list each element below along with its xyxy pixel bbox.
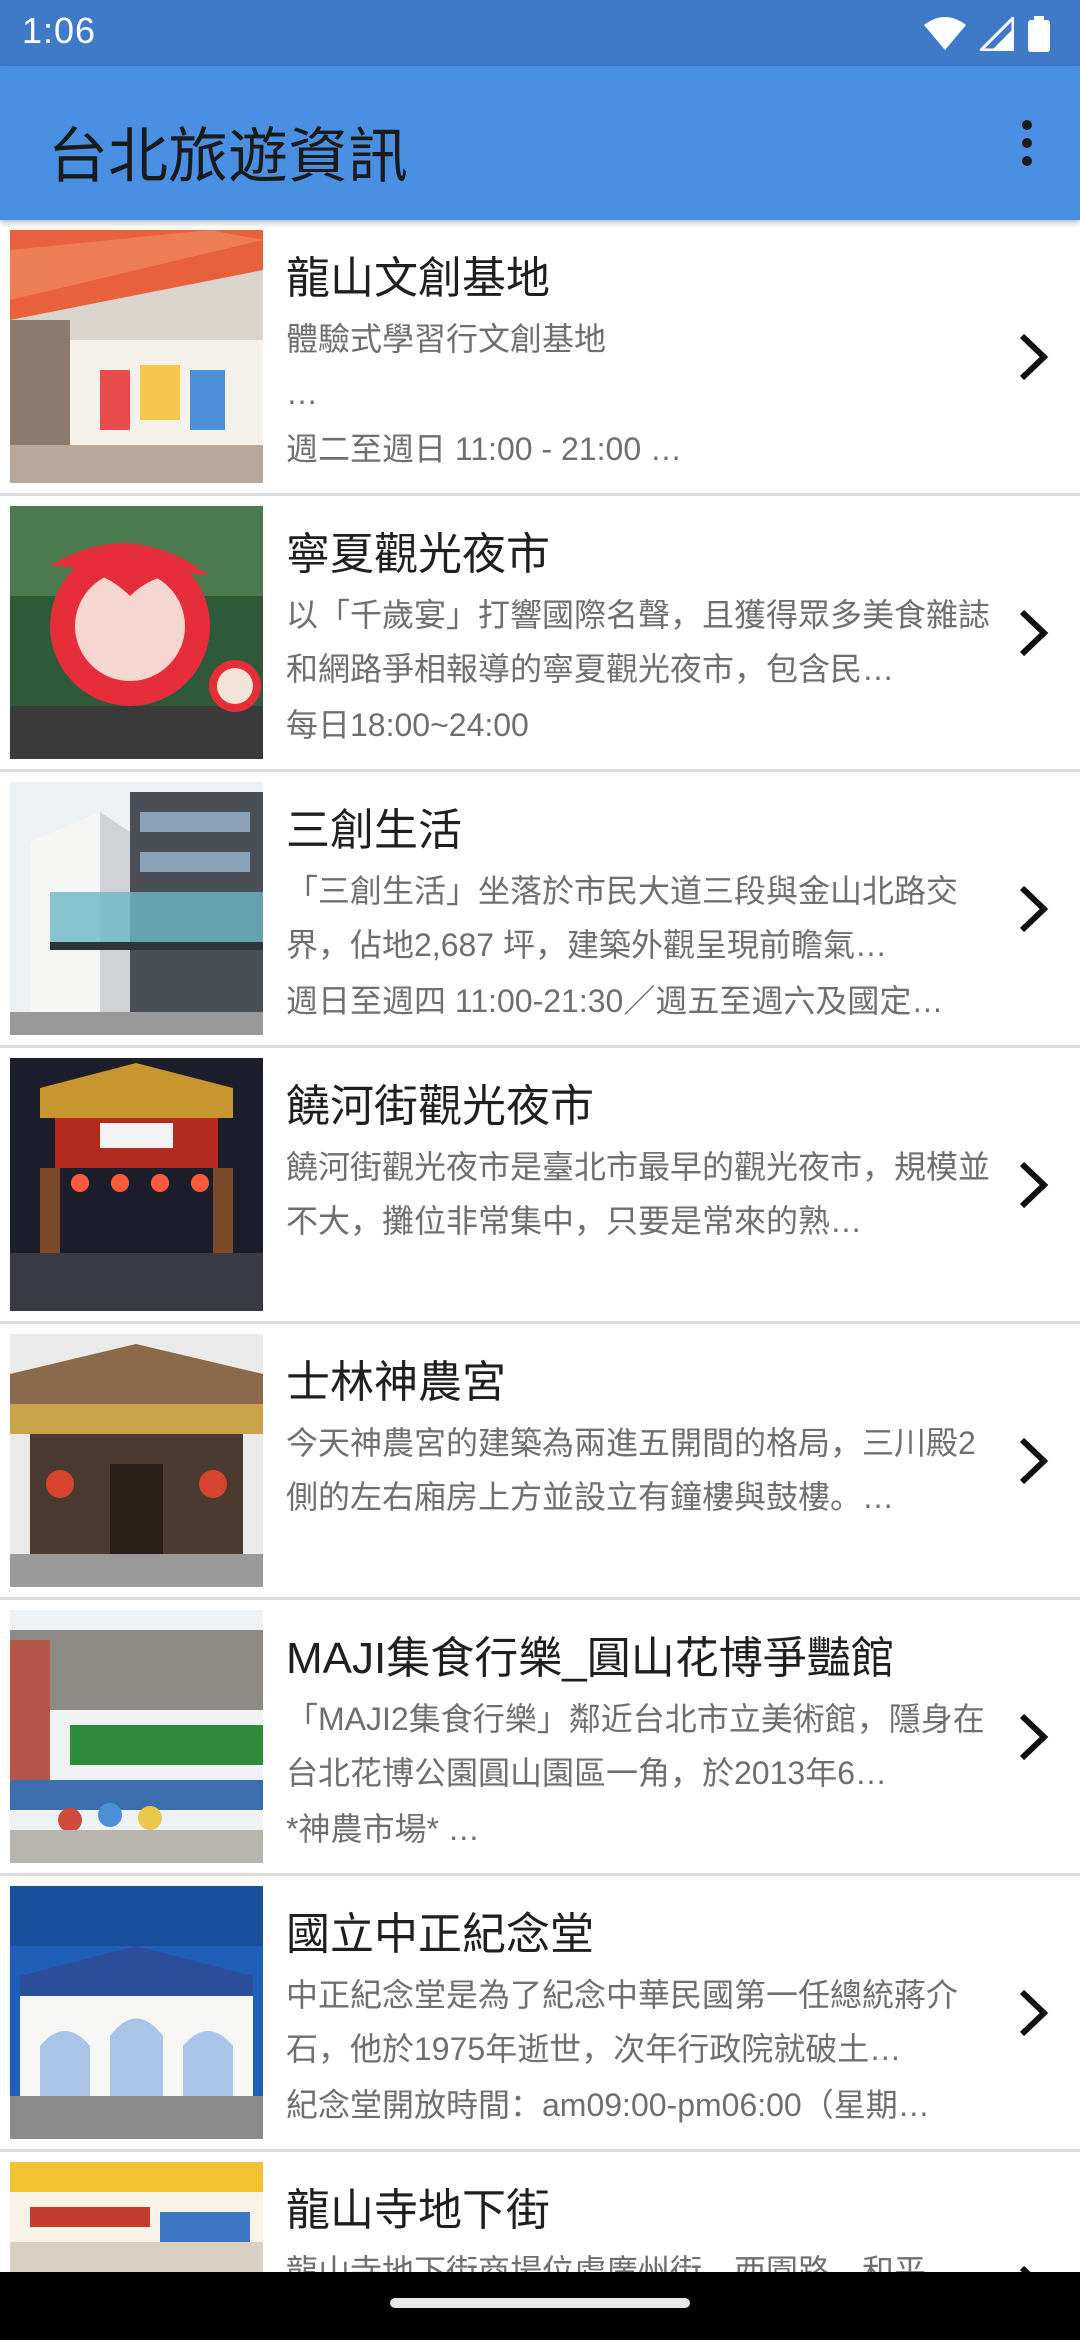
battery-icon	[1028, 16, 1050, 52]
thumbnail-image	[10, 2162, 263, 2272]
attraction-description: 「MAJI2集食行樂」鄰近台北市立美術館，隱身在台北花博公園圓山園區一角，於20…	[286, 1701, 985, 1791]
status-time: 1:06	[22, 10, 97, 51]
list-item[interactable]: 龍山文創基地 體驗式學習行文創基地 … 週二至週日 11:00 - 21:00 …	[0, 220, 1080, 496]
more-options-dot	[1022, 120, 1032, 130]
list-item[interactable]: MAJI集食行樂_圓山花博爭豔館 「MAJI2集食行樂」鄰近台北市立美術館，隱身…	[0, 1600, 1080, 1876]
status-bar: 1:06	[0, 0, 1080, 66]
attraction-title: 士林神農宮	[286, 1358, 506, 1407]
status-icons	[924, 14, 1050, 54]
attraction-title: 龍山寺地下街	[286, 2186, 550, 2235]
more-options-dot	[1022, 138, 1032, 148]
thumbnail-image	[10, 782, 263, 1035]
attraction-description: 「三創生活」坐落於市民大道三段與金山北路交界，佔地2,687 坪，建築外觀呈現前…	[286, 873, 959, 963]
attraction-description: 饒河街觀光夜市是臺北市最早的觀光夜市，規模並不大，攤位非常集中，只要是常來的熟…	[286, 1149, 990, 1239]
more-options-dot	[1022, 156, 1032, 166]
chevron-right-icon	[1019, 333, 1049, 381]
list-item[interactable]: 三創生活 「三創生活」坐落於市民大道三段與金山北路交界，佔地2,687 坪，建築…	[0, 772, 1080, 1048]
attraction-hours: 週二至週日 11:00 - 21:00 …	[286, 431, 683, 467]
chevron-right-icon	[1019, 1989, 1049, 2037]
attraction-description: 以「千歲宴」打響國際名聲，且獲得眾多美食雜誌和網路爭相報導的寧夏觀光夜市，包含民…	[286, 597, 990, 687]
chevron-right-icon	[1019, 885, 1049, 933]
thumbnail-image	[10, 1058, 263, 1311]
attraction-description: 龍山寺地下街商場位處廣州街、西園路、和平…	[286, 2253, 959, 2272]
attraction-title: 寧夏觀光夜市	[286, 530, 550, 579]
attraction-hours: 每日18:00~24:00	[286, 707, 529, 743]
app-bar: 台北旅遊資訊	[0, 66, 1080, 220]
attraction-title: MAJI集食行樂_圓山花博爭豔館	[286, 1634, 895, 1683]
list-item[interactable]: 士林神農宮 今天神農宮的建築為兩進五開間的格局，三川殿2側的左右廂房上方並設立有…	[0, 1324, 1080, 1600]
thumbnail-image	[10, 1334, 263, 1587]
attraction-title: 龍山文創基地	[286, 254, 550, 303]
chevron-right-icon	[1019, 2265, 1031, 2272]
attraction-description: 體驗式學習行文創基地 …	[286, 321, 607, 411]
wifi-icon	[924, 17, 966, 50]
thumbnail-image	[10, 1886, 263, 2139]
attraction-description: 今天神農宮的建築為兩進五開間的格局，三川殿2側的左右廂房上方並設立有鐘樓與鼓樓。…	[286, 1425, 976, 1515]
list-item[interactable]: 國立中正紀念堂 中正紀念堂是為了紀念中華民國第一任總統蔣介石，他於1975年逝世…	[0, 1876, 1080, 2152]
chevron-right-icon	[1019, 1437, 1049, 1485]
signal-icon	[980, 17, 1014, 51]
attraction-title: 國立中正紀念堂	[286, 1910, 594, 1959]
attraction-list[interactable]: 龍山文創基地 體驗式學習行文創基地 … 週二至週日 11:00 - 21:00 …	[0, 220, 1080, 2272]
chevron-right-icon	[1019, 1161, 1049, 1209]
thumbnail-image	[10, 230, 263, 483]
app-title: 台北旅遊資訊	[48, 123, 408, 190]
more-options-icon[interactable]	[1006, 116, 1046, 170]
attraction-hours: *神農市場* …	[286, 1811, 480, 1847]
attraction-hours: 週日至週四 11:00-21:30／週五至週六及國定…	[286, 983, 944, 1019]
list-item[interactable]: 饒河街觀光夜市 饒河街觀光夜市是臺北市最早的觀光夜市，規模並不大，攤位非常集中，…	[0, 1048, 1080, 1324]
thumbnail-image	[10, 1610, 263, 1863]
thumbnail-image	[10, 506, 263, 759]
list-item[interactable]: 寧夏觀光夜市 以「千歲宴」打響國際名聲，且獲得眾多美食雜誌和網路爭相報導的寧夏觀…	[0, 496, 1080, 772]
attraction-description: 中正紀念堂是為了紀念中華民國第一任總統蔣介石，他於1975年逝世，次年行政院就破…	[286, 1977, 959, 2067]
list-item[interactable]: 龍山寺地下街 龍山寺地下街商場位處廣州街、西園路、和平…	[0, 2152, 1080, 2272]
navigation-bar	[0, 2272, 1080, 2340]
attraction-title: 饒河街觀光夜市	[286, 1082, 594, 1131]
chevron-right-icon	[1019, 1713, 1049, 1761]
attraction-hours: 紀念堂開放時間：am09:00-pm06:00（星期…	[286, 2087, 930, 2123]
attraction-title: 三創生活	[286, 806, 462, 855]
home-gesture-handle[interactable]	[390, 2298, 690, 2308]
chevron-right-icon	[1019, 609, 1049, 657]
